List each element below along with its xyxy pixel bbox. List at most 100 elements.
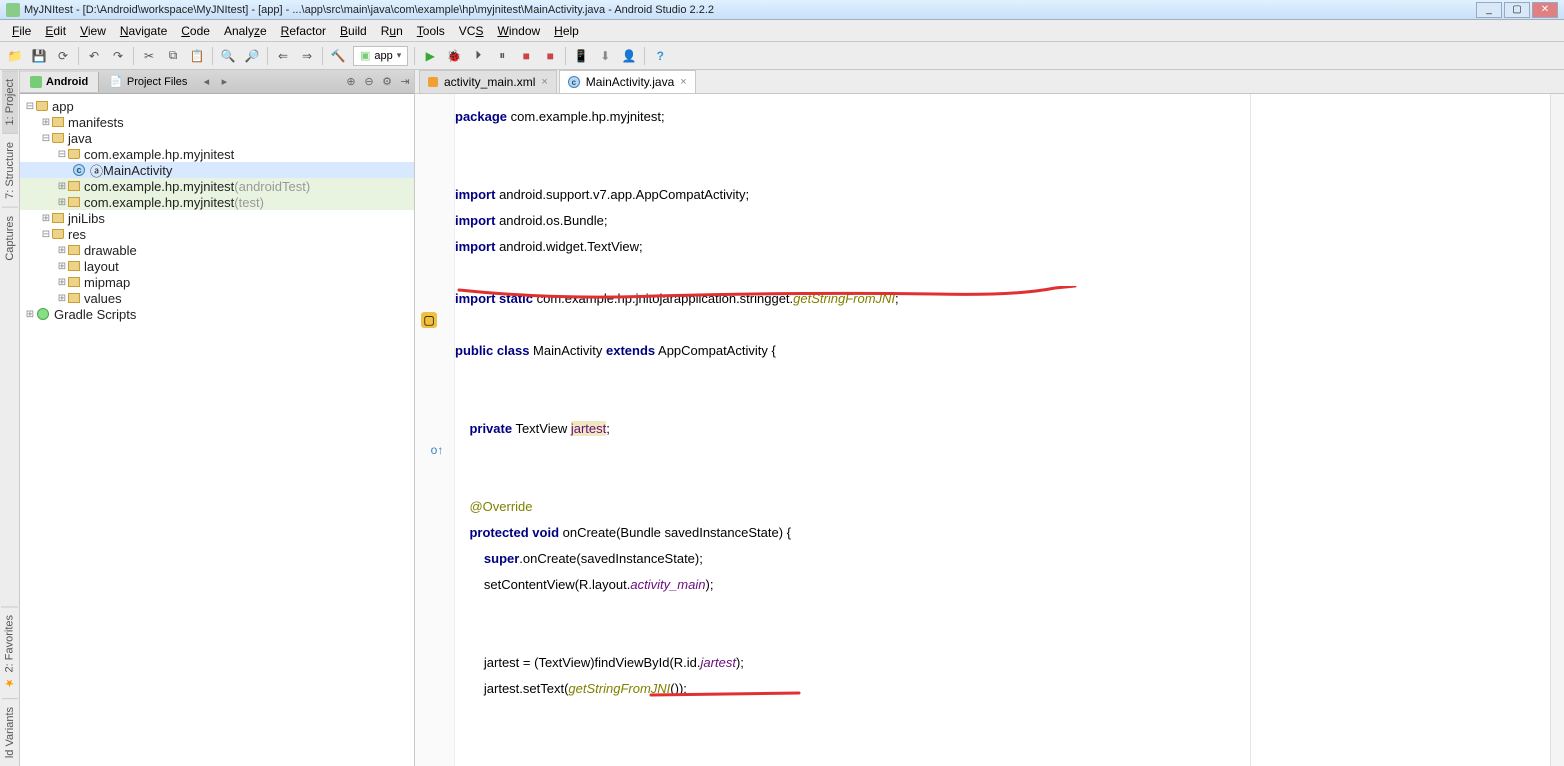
tree-values[interactable]: ⊞values: [20, 290, 414, 306]
sidebar-tab-project[interactable]: 1: Project: [2, 70, 18, 133]
sidebar-tab-favorites[interactable]: ★2: Favorites: [1, 606, 18, 697]
tab-main-activity-java[interactable]: c MainActivity.java ×: [559, 70, 696, 93]
collapse-icon[interactable]: ⊕: [342, 73, 360, 91]
sidebar-tab-variants[interactable]: ld Variants: [2, 698, 18, 766]
code-editor[interactable]: ▢ o↑ package com.example.hp.myjnitest; i…: [415, 94, 1564, 766]
find-icon[interactable]: 🔍: [219, 47, 237, 65]
tree-pkg-androidtest[interactable]: ⊞com.example.hp.myjnitest (androidTest): [20, 178, 414, 194]
tab-label: MainActivity.java: [586, 75, 674, 89]
menu-navigate[interactable]: Navigate: [114, 22, 173, 40]
menu-run[interactable]: Run: [375, 22, 409, 40]
window-title: MyJNItest - [D:\Android\workspace\MyJNIt…: [24, 4, 1476, 16]
tree-layout[interactable]: ⊞layout: [20, 258, 414, 274]
tree-drawable[interactable]: ⊞drawable: [20, 242, 414, 258]
attach-icon[interactable]: ⏸: [493, 47, 511, 65]
menu-help[interactable]: Help: [548, 22, 585, 40]
tab-label: activity_main.xml: [444, 75, 535, 89]
paste-icon[interactable]: 📋: [188, 47, 206, 65]
title-bar: MyJNItest - [D:\Android\workspace\MyJNIt…: [0, 0, 1564, 20]
project-tree[interactable]: ⊟app ⊞manifests ⊟java ⊟com.example.hp.my…: [20, 94, 414, 766]
menu-window[interactable]: Window: [491, 22, 546, 40]
separator: [267, 47, 268, 65]
close-tab-icon[interactable]: ×: [680, 76, 686, 88]
close-button[interactable]: ✕: [1532, 2, 1558, 18]
project-tab-android-label: Android: [46, 76, 88, 88]
menu-view[interactable]: View: [74, 22, 112, 40]
separator: [212, 47, 213, 65]
back-icon[interactable]: ⇐: [274, 47, 292, 65]
tree-node-icon-link: ⓐ: [90, 161, 103, 180]
toolbar: 📁 💾 ⟳ ↶ ↷ ✂ ⧉ 📋 🔍 🔎 ⇐ ⇒ 🔨 ▣ app ▾ ▶ 🐞 ⏵ …: [0, 42, 1564, 70]
menu-refactor[interactable]: Refactor: [275, 22, 332, 40]
run-config-selector[interactable]: ▣ app ▾: [353, 46, 408, 66]
tree-app[interactable]: ⊟app: [20, 98, 414, 114]
separator: [322, 47, 323, 65]
sidebar-tab-structure[interactable]: 7: Structure: [2, 133, 18, 207]
menu-edit[interactable]: Edit: [39, 22, 72, 40]
menu-code[interactable]: Code: [175, 22, 216, 40]
undo-icon[interactable]: ↶: [85, 47, 103, 65]
menu-file[interactable]: File: [6, 22, 37, 40]
tree-manifests[interactable]: ⊞manifests: [20, 114, 414, 130]
scroll-left-icon[interactable]: ◂: [197, 73, 215, 91]
stop-icon[interactable]: ■: [517, 47, 535, 65]
window-buttons: _ ▢ ✕: [1476, 2, 1558, 18]
project-panel: Android 📄 Project Files ◂ ▸ ⊕ ⊖ ⚙ ⇥ ⊟app…: [20, 70, 415, 766]
open-icon[interactable]: 📁: [6, 47, 24, 65]
tab-activity-main-xml[interactable]: activity_main.xml ×: [419, 70, 557, 93]
hide-icon[interactable]: ⇥: [396, 73, 414, 91]
monitor-icon[interactable]: 👤: [620, 47, 638, 65]
class-gutter-icon[interactable]: ▢: [421, 312, 437, 328]
java-icon: c: [568, 76, 580, 88]
target-icon[interactable]: ⊖: [360, 73, 378, 91]
profile-icon[interactable]: ⏵: [469, 47, 487, 65]
make-icon[interactable]: 🔨: [329, 47, 347, 65]
avd-icon[interactable]: 📱: [572, 47, 590, 65]
menu-build[interactable]: Build: [334, 22, 373, 40]
project-tab-android[interactable]: Android: [20, 72, 99, 92]
close-tab-icon[interactable]: ×: [541, 76, 547, 88]
separator: [565, 47, 566, 65]
run-icon[interactable]: ▶: [421, 47, 439, 65]
debug-icon[interactable]: 🐞: [445, 47, 463, 65]
maximize-button[interactable]: ▢: [1504, 2, 1530, 18]
cut-icon[interactable]: ✂: [140, 47, 158, 65]
xml-icon: [428, 77, 438, 87]
tree-res[interactable]: ⊟res: [20, 226, 414, 242]
run-config-label: app: [374, 50, 392, 62]
menu-analyze[interactable]: Analyze: [218, 22, 273, 40]
left-gutter: 1: Project 7: Structure Captures ★2: Fav…: [0, 70, 20, 766]
android-icon: [30, 76, 42, 88]
sidebar-tab-captures[interactable]: Captures: [2, 207, 18, 269]
project-panel-header: Android 📄 Project Files ◂ ▸ ⊕ ⊖ ⚙ ⇥: [20, 70, 414, 94]
save-icon[interactable]: 💾: [30, 47, 48, 65]
replace-icon[interactable]: 🔎: [243, 47, 261, 65]
override-gutter-icon[interactable]: o↑: [429, 442, 445, 458]
error-stripe[interactable]: [1550, 94, 1564, 766]
tree-gradle[interactable]: ⊞Gradle Scripts: [20, 306, 414, 322]
sdk-icon[interactable]: ⬇: [596, 47, 614, 65]
minimize-button[interactable]: _: [1476, 2, 1502, 18]
editor-tabs: activity_main.xml × c MainActivity.java …: [415, 70, 1564, 94]
line-gutter: [415, 94, 455, 766]
tree-pkg-test[interactable]: ⊞com.example.hp.myjnitest (test): [20, 194, 414, 210]
tree-java[interactable]: ⊟java: [20, 130, 414, 146]
tree-main-activity[interactable]: cⓐ MainActivity: [20, 162, 414, 178]
separator: [414, 47, 415, 65]
settings-icon[interactable]: ⚙: [378, 73, 396, 91]
tree-pkg-main[interactable]: ⊟com.example.hp.myjnitest: [20, 146, 414, 162]
copy-icon[interactable]: ⧉: [164, 47, 182, 65]
code-content[interactable]: ▢ o↑ package com.example.hp.myjnitest; i…: [455, 94, 1250, 766]
sync-icon[interactable]: ⟳: [54, 47, 72, 65]
help-icon[interactable]: ?: [651, 47, 669, 65]
scroll-right-icon[interactable]: ▸: [215, 73, 233, 91]
stop2-icon[interactable]: ■: [541, 47, 559, 65]
menu-vcs[interactable]: VCS: [453, 22, 490, 40]
forward-icon[interactable]: ⇒: [298, 47, 316, 65]
project-tab-files-label: Project Files: [127, 76, 188, 88]
redo-icon[interactable]: ↷: [109, 47, 127, 65]
tree-mipmap[interactable]: ⊞mipmap: [20, 274, 414, 290]
project-tab-files[interactable]: 📄 Project Files: [99, 71, 197, 92]
tree-jnilibs[interactable]: ⊞jniLibs: [20, 210, 414, 226]
menu-tools[interactable]: Tools: [411, 22, 451, 40]
